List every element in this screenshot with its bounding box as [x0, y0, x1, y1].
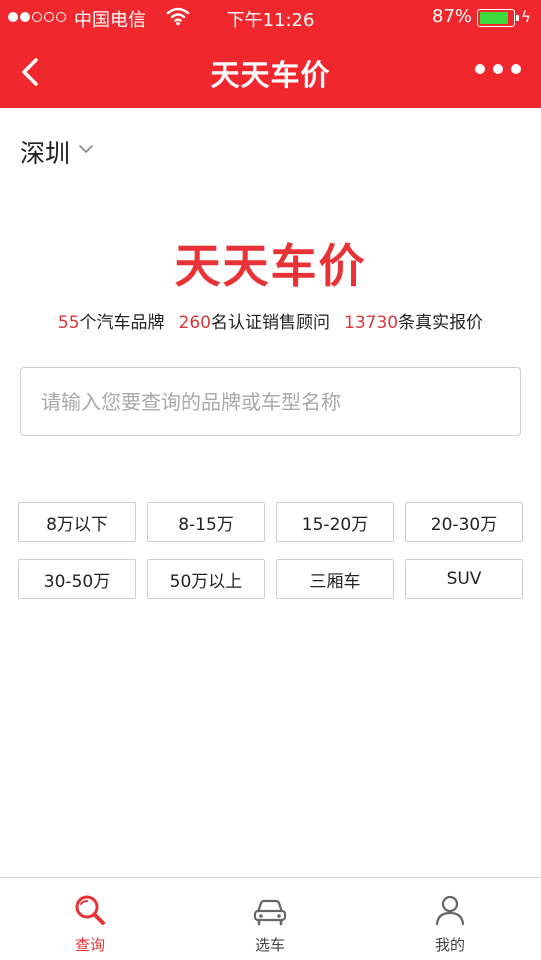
tab-select-car[interactable]: 选车	[180, 878, 360, 960]
nav-bar: 天天车价	[0, 36, 541, 108]
chevron-down-icon	[79, 145, 93, 153]
advisors-label: 名认证销售顾问	[211, 313, 330, 333]
stats-line: 55个汽车品牌 260名认证销售顾问 13730条真实报价	[0, 308, 541, 333]
search-input[interactable]	[21, 368, 520, 435]
charging-icon: ϟ	[521, 8, 531, 26]
filter-chip[interactable]: 30-50万	[18, 559, 136, 599]
filter-chip[interactable]: 20-30万	[405, 502, 523, 542]
city-selector[interactable]: 深圳	[20, 134, 94, 170]
price-filter-grid: 8万以下 8-15万 15-20万 20-30万 30-50万 50万以上 三厢…	[18, 502, 523, 599]
search-box[interactable]	[20, 367, 521, 436]
more-dots-icon[interactable]	[475, 64, 521, 74]
bottom-tab-bar: 查询 选车 我的	[0, 877, 541, 960]
filter-chip[interactable]: 三厢车	[276, 559, 394, 599]
car-icon	[253, 899, 287, 926]
app-header: 中国电信 下午11:26 87% ϟ 天天车价	[0, 0, 541, 108]
status-bar: 中国电信 下午11:26 87% ϟ	[0, 0, 541, 36]
filter-chip[interactable]: 8-15万	[147, 502, 265, 542]
brand-logo: 天天车价	[174, 239, 367, 293]
tab-label: 查询	[74, 936, 105, 954]
tab-label: 选车	[254, 936, 285, 954]
battery-fill	[480, 12, 508, 24]
tab-label: 我的	[434, 936, 465, 954]
filter-chip[interactable]: SUV	[405, 559, 523, 599]
filter-chip[interactable]: 15-20万	[276, 502, 394, 542]
user-icon	[435, 895, 465, 926]
quotes-label: 条真实报价	[398, 313, 484, 333]
battery-icon	[477, 9, 519, 27]
advisors-count: 260	[178, 313, 211, 333]
search-icon	[75, 895, 105, 925]
battery-percent: 87%	[432, 6, 473, 27]
city-name: 深圳	[20, 139, 71, 168]
filter-chip[interactable]: 8万以下	[18, 502, 136, 542]
brands-label: 个汽车品牌	[79, 313, 165, 333]
filter-chip[interactable]: 50万以上	[147, 559, 265, 599]
page-title: 天天车价	[210, 58, 331, 92]
tab-query[interactable]: 查询	[0, 878, 180, 960]
tab-mine[interactable]: 我的	[360, 878, 540, 960]
quotes-count: 13730	[344, 313, 399, 333]
brands-count: 55	[57, 313, 80, 333]
